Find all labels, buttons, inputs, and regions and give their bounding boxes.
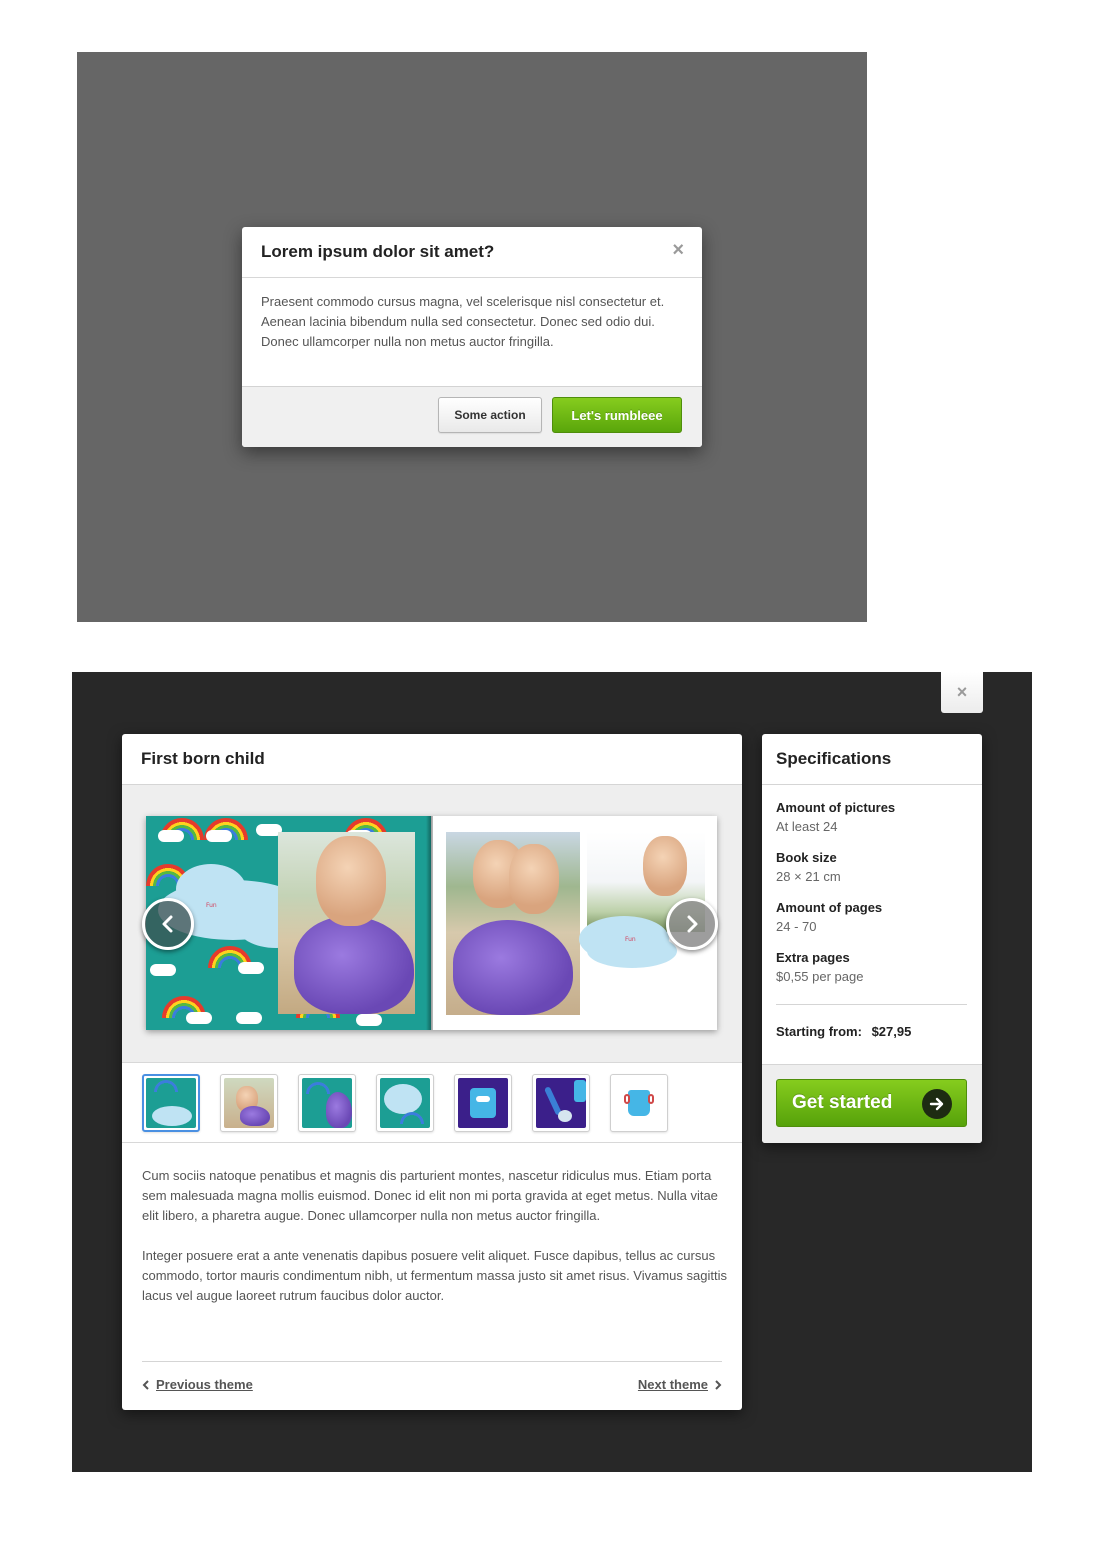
description-paragraph: Integer posuere erat a ante venenatis da… <box>142 1248 727 1303</box>
price-value: $27,95 <box>871 1024 912 1039</box>
thumbnail-kid-photo[interactable] <box>220 1074 278 1132</box>
thumbnail-rainbow-cloud[interactable] <box>142 1074 200 1132</box>
previous-theme-link[interactable]: Previous theme <box>142 1377 253 1392</box>
starting-price: Starting from: $27,95 <box>776 1024 911 1039</box>
thumbnail-strip <box>122 1064 742 1143</box>
chevron-right-icon <box>715 1379 722 1390</box>
lets-rumble-button[interactable]: Let's rumbleee <box>552 397 682 433</box>
next-theme-link[interactable]: Next theme <box>638 1377 722 1392</box>
spec-value: At least 24 <box>776 819 838 834</box>
chevron-right-icon[interactable] <box>666 898 718 950</box>
dialog-footer: Some action Let's rumbleee <box>242 386 702 447</box>
spec-label: Amount of pages <box>776 900 883 915</box>
specifications-panel: Specifications Amount of pictures At lea… <box>762 734 982 1143</box>
book-preview: Fun Fun <box>122 785 742 1063</box>
dialog-body: Praesent commodo cursus magna, vel scele… <box>261 294 665 349</box>
theme-header: First born child <box>122 734 742 785</box>
page-label: Fun <box>625 936 636 943</box>
some-action-button[interactable]: Some action <box>438 397 542 433</box>
book-spread: Fun Fun <box>146 816 717 1030</box>
spec-item: Extra pages $0,55 per page <box>776 949 968 999</box>
specifications-header: Specifications <box>762 734 982 785</box>
spec-item: Amount of pages 24 - 70 <box>776 899 968 949</box>
theme-title: First born child <box>141 749 265 768</box>
theme-description: Cum sociis natoque penatibus et magnis d… <box>142 1166 727 1326</box>
theme-viewer-overlay: × First born child Fun Fun Cum sociis na… <box>72 672 1032 1472</box>
thumbnail-rainbow-dino[interactable] <box>298 1074 356 1132</box>
get-started-button[interactable]: Get started <box>776 1079 967 1127</box>
spec-label: Book size <box>776 850 837 865</box>
specifications-footer: Get started <box>762 1064 982 1143</box>
spec-value: $0,55 per page <box>776 969 864 984</box>
specifications-title: Specifications <box>776 749 892 768</box>
thumbnail-cloud[interactable] <box>376 1074 434 1132</box>
close-icon[interactable]: × <box>941 672 983 713</box>
spec-label: Extra pages <box>776 950 850 965</box>
dialog-header: Lorem ipsum dolor sit amet? × <box>242 227 702 278</box>
thumbnail-blue-cup-monster[interactable] <box>454 1074 512 1132</box>
thumbnail-blue-cup[interactable] <box>610 1074 668 1132</box>
spec-value: 28 × 21 cm <box>776 869 841 884</box>
get-started-label: Get started <box>792 1092 893 1113</box>
page-label: Fun <box>206 902 217 909</box>
theme-panel: First born child Fun Fun Cum sociis nato… <box>122 734 742 1410</box>
specifications-list: Amount of pictures At least 24 Book size… <box>776 799 968 999</box>
description-paragraph: Cum sociis natoque penatibus et magnis d… <box>142 1168 718 1223</box>
chevron-left-icon[interactable] <box>142 898 194 950</box>
modal-overlay[interactable]: Lorem ipsum dolor sit amet? × Praesent c… <box>77 52 867 622</box>
close-icon[interactable]: × <box>672 240 684 260</box>
previous-theme-label: Previous theme <box>156 1377 253 1392</box>
thumbnail-spoon[interactable] <box>532 1074 590 1132</box>
divider <box>776 1004 967 1005</box>
next-theme-label: Next theme <box>637 1377 708 1392</box>
arrow-right-circle-icon <box>922 1089 952 1119</box>
dialog-title: Lorem ipsum dolor sit amet? <box>261 242 495 261</box>
spec-item: Amount of pictures At least 24 <box>776 799 968 849</box>
theme-pager: Previous theme Next theme <box>142 1361 722 1410</box>
spec-item: Book size 28 × 21 cm <box>776 849 968 899</box>
spec-label: Amount of pictures <box>776 800 896 815</box>
spec-value: 24 - 70 <box>776 919 817 934</box>
confirm-dialog: Lorem ipsum dolor sit amet? × Praesent c… <box>242 227 702 447</box>
chevron-left-icon <box>142 1379 149 1390</box>
price-label: Starting from: <box>776 1024 862 1039</box>
